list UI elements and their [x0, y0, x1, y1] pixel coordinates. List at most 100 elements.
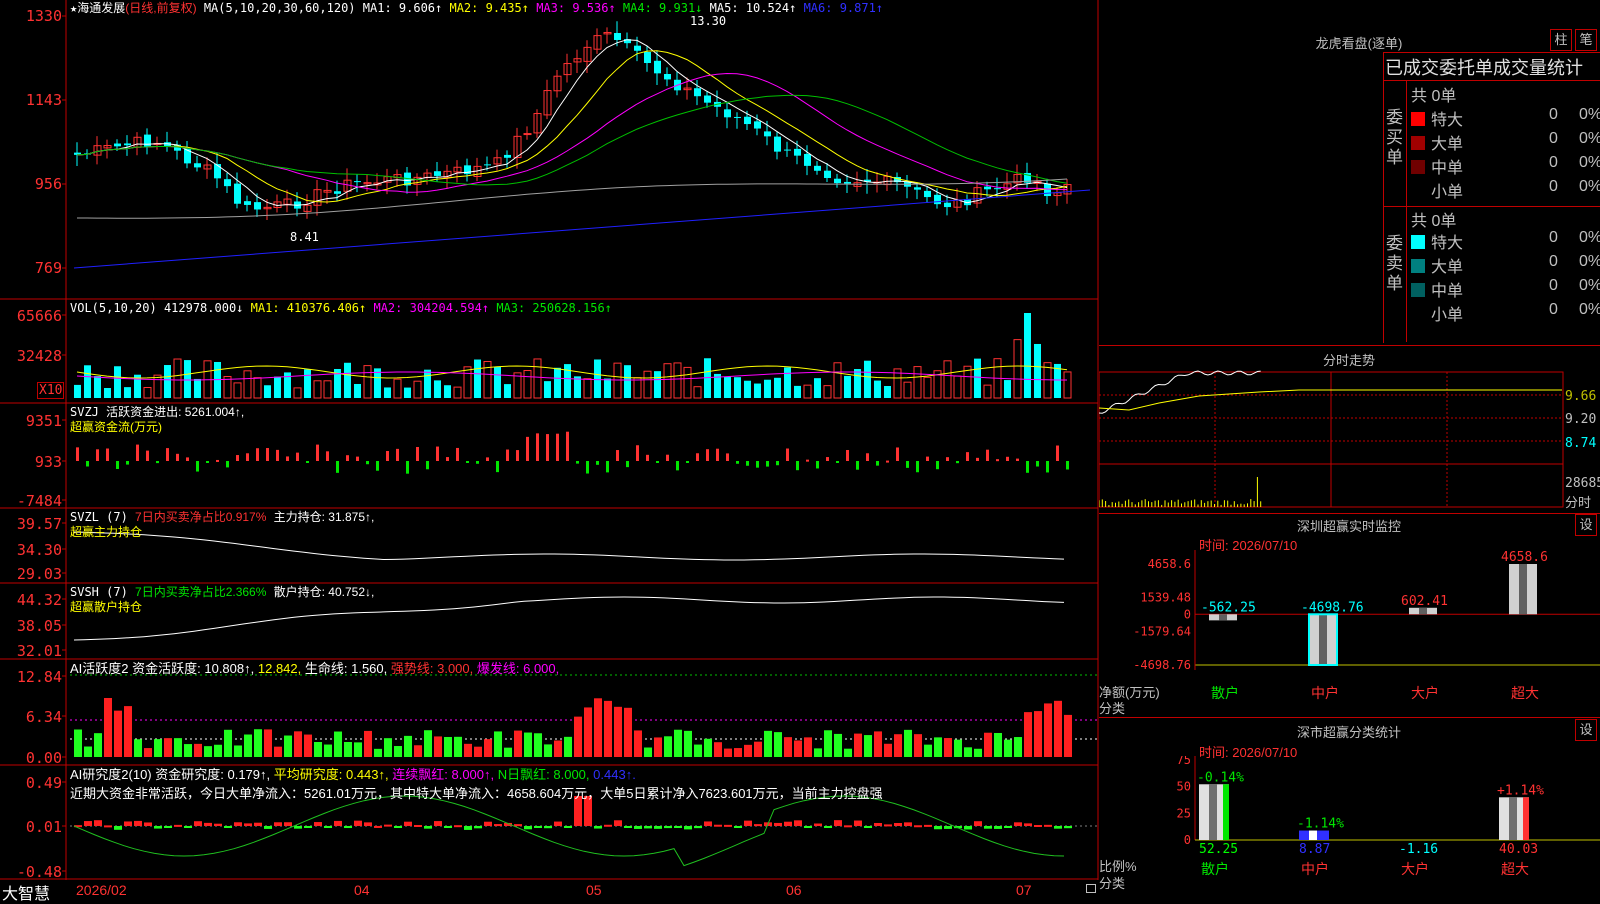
activity-bar: [734, 748, 742, 757]
sz-monitor-value-label: 4658.6: [1501, 550, 1548, 565]
volume-bar: [613, 362, 622, 399]
svzj-bar: [676, 461, 679, 471]
volume-bar: [724, 376, 731, 398]
sz-monitor-category: 散户: [1211, 685, 1239, 701]
research-bar: [714, 824, 722, 827]
svzj-bar: [356, 456, 359, 461]
candle-body: [944, 202, 951, 208]
research-bar: [774, 822, 782, 826]
volume-bar: [1024, 313, 1031, 398]
activity-bar: [134, 739, 142, 757]
activity-bar: [724, 748, 732, 757]
research-bar: [1044, 824, 1052, 827]
bar-shade: [1509, 797, 1517, 840]
volume-bar: [974, 358, 981, 398]
ai1-t1: 资金活跃度: 10.808↑,: [132, 661, 255, 676]
vol-axis-label: 32428: [16, 347, 62, 365]
svzl-label: SVZL (7): [70, 510, 128, 524]
activity-bar: [974, 748, 982, 757]
svzj-bar: [386, 451, 389, 461]
sz-class-settings-button[interactable]: 设: [1575, 719, 1597, 741]
svzj-bar: [806, 459, 809, 462]
svzj-bar: [236, 455, 239, 461]
research-bar: [304, 826, 312, 828]
vol-ma3: MA3: 250628.156↑: [496, 301, 612, 315]
sz-monitor-bar: [1509, 564, 1537, 615]
activity-bar: [1034, 711, 1042, 757]
color-swatch: [1411, 184, 1425, 198]
volume-bar: [663, 363, 672, 399]
sz-class-bar: [1199, 784, 1229, 840]
candle-body: [844, 181, 851, 184]
bar-shade: [1519, 564, 1527, 615]
research-bar: [544, 826, 552, 829]
candle-body: [834, 178, 841, 184]
svzj-bar: [866, 453, 869, 461]
sz-class-axis-label: 75: [1177, 756, 1191, 767]
research-bar: [1004, 826, 1012, 828]
research-bar: [694, 826, 702, 829]
volume-bar: [124, 387, 131, 398]
bar-mode-button[interactable]: 柱: [1550, 29, 1572, 51]
lock-icon[interactable]: [1086, 884, 1096, 893]
volume-bar: [1013, 339, 1022, 399]
research-bar: [944, 826, 952, 829]
volume-bar: [564, 364, 571, 398]
candle-body: [354, 181, 361, 183]
activity-bar: [344, 741, 352, 757]
ai2-axis-label: 0.01: [25, 818, 62, 836]
price-axis-label: 956: [34, 175, 62, 193]
activity-bar: [264, 729, 272, 757]
ai2-panel-header: AI研究度2(10) 资金研究度: 0.179↑, 平均研究度: 0.443↑,…: [70, 768, 636, 782]
research-bar: [554, 821, 562, 826]
svzl-subtitle: 超赢主力持仓: [70, 525, 143, 539]
activity-bar: [784, 737, 792, 757]
order-percent: 0%: [1579, 301, 1600, 318]
bar-shade: [1319, 614, 1327, 665]
research-bar: [614, 820, 622, 826]
research-bar: [124, 821, 132, 826]
intraday-chart[interactable]: [1099, 368, 1600, 513]
research-bar: [104, 825, 112, 828]
date-tick: 05: [586, 882, 602, 898]
activity-bar: [364, 730, 372, 757]
order-stat-row: 大单: [1411, 130, 1463, 154]
chart-mode[interactable]: (日线,前复权): [125, 1, 196, 15]
volume-bar: [533, 358, 542, 399]
volume-bar: [1063, 371, 1072, 399]
sz-monitor-bar: [1308, 613, 1338, 666]
tick-mode-button[interactable]: 笔: [1575, 29, 1597, 51]
candle-body: [234, 183, 241, 204]
ma5-value: MA5: 10.524↑: [709, 1, 797, 15]
volume-bar: [903, 381, 912, 399]
svzj-bar: [496, 461, 499, 473]
svzj-bar: [826, 457, 829, 461]
candle-body: [664, 73, 671, 80]
activity-bar: [764, 730, 772, 757]
svzj-bar: [336, 461, 339, 473]
sz-class-category: 散户: [1201, 861, 1229, 877]
activity-bar: [354, 742, 362, 757]
volume-bar: [604, 378, 611, 398]
activity-bar: [564, 736, 572, 757]
research-bar: [434, 821, 442, 826]
research-bar: [94, 820, 102, 826]
svzj-bar: [576, 461, 579, 464]
svzj-bar: [596, 461, 599, 465]
sz-class-bar: [1299, 830, 1329, 840]
research-bar: [1024, 823, 1032, 826]
svzj-bar: [456, 447, 459, 461]
brand-logo: 大智慧: [2, 886, 51, 903]
research-bar: [634, 826, 642, 829]
sz-class-title: 深市超赢分类统计: [1296, 725, 1401, 740]
sz-monitor-axis-label: 0: [1184, 607, 1191, 621]
order-stat-row: 大单: [1411, 253, 1463, 277]
sz-class-value-label: 40.03: [1499, 842, 1538, 857]
volume-bar: [94, 376, 101, 398]
chart-canvas[interactable]: [0, 0, 1100, 900]
activity-bar: [494, 731, 502, 757]
divider: [1406, 80, 1407, 342]
research-bar: [984, 826, 992, 829]
sz-monitor-settings-button[interactable]: 设: [1575, 514, 1597, 536]
svzj-bar: [706, 449, 709, 461]
